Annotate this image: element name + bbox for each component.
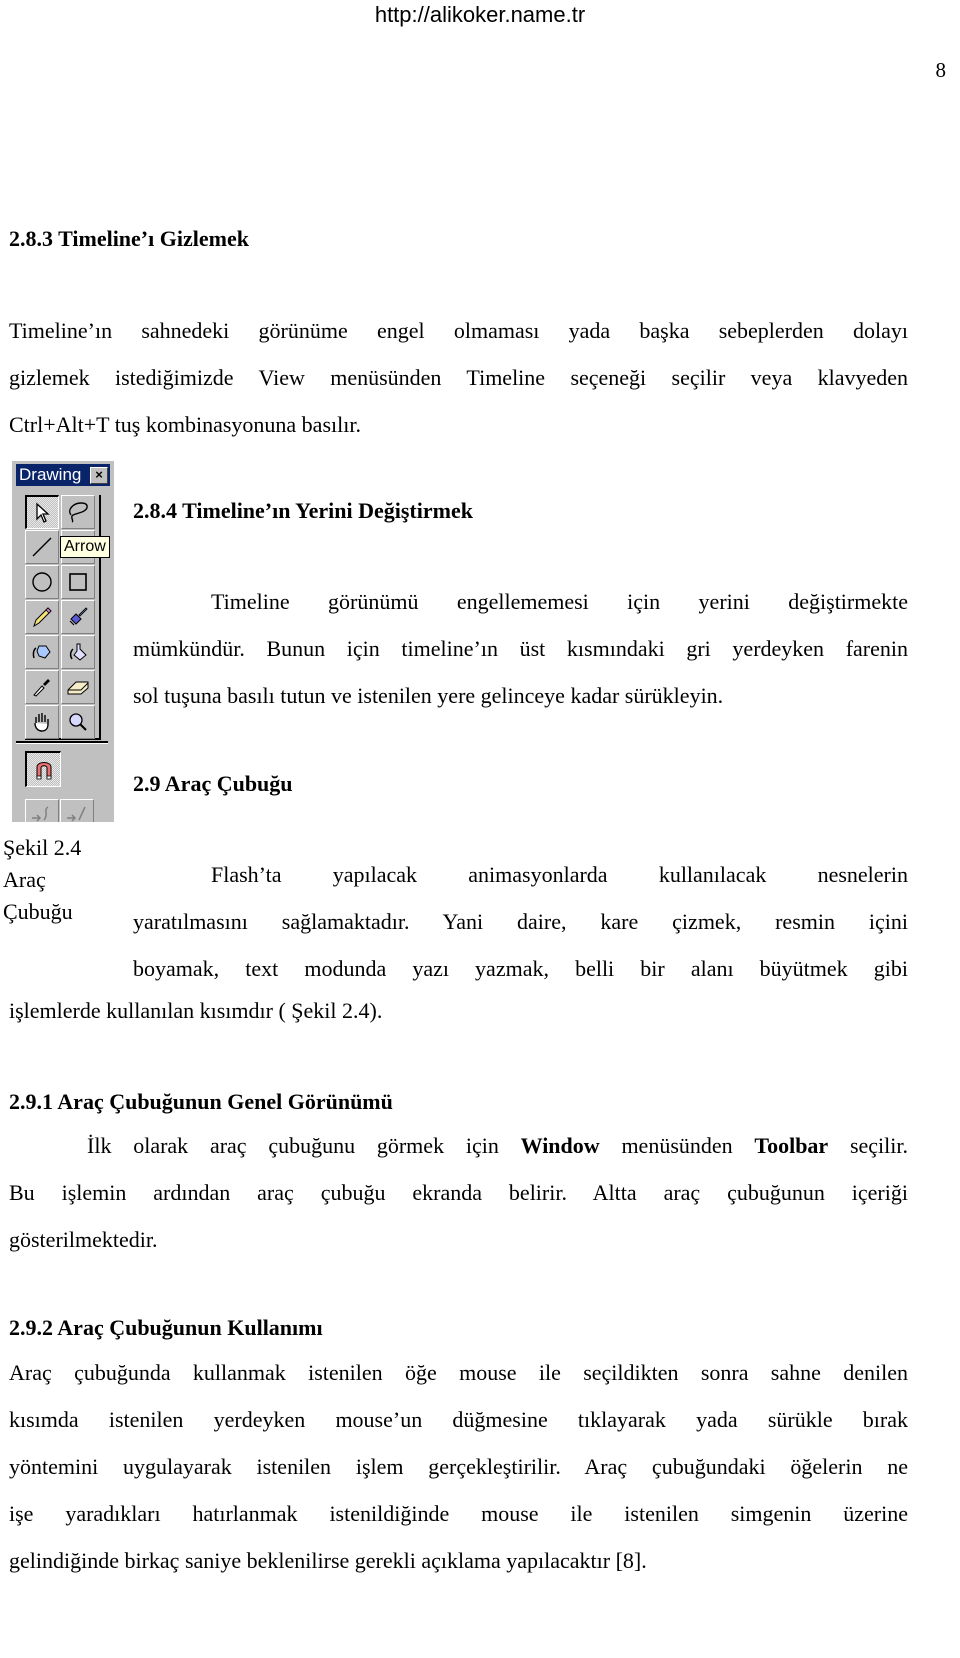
smooth-icon xyxy=(32,806,49,822)
toolbar-title: Drawing xyxy=(19,465,82,484)
close-icon: × xyxy=(95,467,103,482)
line-icon xyxy=(32,537,52,557)
brush-icon xyxy=(69,607,88,626)
tool-pencil[interactable] xyxy=(25,600,59,634)
tool-hand[interactable] xyxy=(25,705,59,739)
dropper-icon xyxy=(33,679,50,697)
section-heading-2-9: 2.9 Araç Çubuğu xyxy=(133,771,293,796)
rectangle-icon xyxy=(69,573,87,591)
tool-eraser[interactable] xyxy=(61,670,95,704)
ink-bottle-icon xyxy=(32,645,51,659)
drawing-toolbar: Drawing × Arrow xyxy=(12,461,114,822)
text-line: Araç çubuğunda kullanmak istenilen öğe m… xyxy=(9,1360,908,1385)
text-line: Timeline’ın sahnedeki görünüme engel olm… xyxy=(9,318,908,343)
oval-icon xyxy=(32,572,52,592)
section-heading-2-8-3: 2.8.3 Timeline’ı Gizlemek xyxy=(9,226,249,251)
tool-paint-bucket[interactable] xyxy=(61,635,95,669)
text-line: işe yaradıkları hatırlanmak istenildiğin… xyxy=(9,1501,908,1526)
caption-line: Şekil 2.4 xyxy=(3,835,82,860)
figure-caption: Şekil 2.4 Araç Çubuğu xyxy=(3,832,81,928)
text-line: Bu işlemin ardından araç çubuğu ekranda … xyxy=(9,1180,908,1205)
text-line: yöntemini uygulayarak istenilen işlem ge… xyxy=(9,1454,908,1479)
text-run: menüsünden xyxy=(599,1133,755,1158)
lasso-icon xyxy=(69,502,88,523)
text-line: gizlemek istediğimizde View menüsünden T… xyxy=(9,365,908,390)
text-line: Flash’ta yapılacak animasyonlarda kullan… xyxy=(211,862,908,887)
text-line: Timeline görünümü engellememesi için yer… xyxy=(211,589,908,614)
text-line: İlk olarak araç çubuğunu görmek için Win… xyxy=(9,1122,908,1169)
header-url: http://alikoker.name.tr xyxy=(374,2,586,27)
section-heading-2-9-2: 2.9.2 Araç Çubuğunun Kullanımı xyxy=(9,1315,323,1340)
text-run: seçilir. xyxy=(828,1133,909,1158)
paragraph-2-9-2: Araç çubuğunda kullanmak istenilen öğe m… xyxy=(9,1349,908,1584)
paragraph-2-9: Flash’ta yapılacak animasyonlarda kullan… xyxy=(133,851,908,992)
tool-lasso[interactable] xyxy=(61,495,95,529)
section-heading-2-9-1: 2.9.1 Araç Çubuğunun Genel Görünümü xyxy=(9,1089,393,1114)
modifier-smooth[interactable] xyxy=(25,799,59,822)
tool-grid: A xyxy=(25,495,101,740)
eraser-icon xyxy=(67,681,89,695)
straighten-icon xyxy=(67,806,86,822)
text-line: mümkündür. Bunun için timeline’ın üst kı… xyxy=(133,636,908,661)
tool-oval[interactable] xyxy=(25,565,59,599)
paragraph-2-8-4: Timeline görünümü engellememesi için yer… xyxy=(133,578,908,719)
section-heading-2-8-4: 2.8.4 Timeline’ın Yerini Değiştirmek xyxy=(133,498,473,523)
tool-rectangle[interactable] xyxy=(61,565,95,599)
text-line: Ctrl+Alt+T tuş kombinasyonuna basılır. xyxy=(9,412,361,437)
modifier-snap-magnet[interactable] xyxy=(25,751,61,787)
hand-icon xyxy=(34,713,49,732)
close-button[interactable]: × xyxy=(90,467,108,484)
text-run: İlk olarak araç çubuğunu görmek için xyxy=(87,1133,521,1158)
text-line: kısımda istenilen yerdeyken mouse’un düğ… xyxy=(9,1407,908,1432)
tool-line[interactable] xyxy=(25,530,59,564)
text-line: işlemlerde kullanılan kısımdır ( Şekil 2… xyxy=(9,998,383,1023)
tool-dropper[interactable] xyxy=(25,670,59,704)
paragraph-2-8-3: Timeline’ın sahnedeki görünüme engel olm… xyxy=(9,307,908,448)
toolbar-separator xyxy=(16,741,108,744)
tool-magnifier[interactable] xyxy=(61,705,95,739)
text-line: boyamak, text modunda yazı yazmak, belli… xyxy=(133,956,908,981)
text-line: sol tuşuna basılı tutun ve istenilen yer… xyxy=(133,683,724,708)
page-number: 8 xyxy=(935,58,947,82)
paragraph-2-9-1: İlk olarak araç çubuğunu görmek için Win… xyxy=(9,1122,908,1263)
toolbar-title-bar[interactable]: Drawing × xyxy=(16,464,110,486)
pencil-icon xyxy=(33,607,52,628)
tool-brush[interactable] xyxy=(61,600,95,634)
magnet-icon xyxy=(36,761,51,779)
tooltip-arrow: Arrow xyxy=(60,536,110,558)
modifier-straighten[interactable] xyxy=(60,799,94,822)
magnifier-icon xyxy=(69,713,87,731)
text-line: yaratılmasını sağlamaktadır. Yani daire,… xyxy=(133,909,908,934)
caption-line: Araç xyxy=(3,867,46,892)
text-line: gelindiğinde birkaç saniye beklenilirse … xyxy=(9,1548,647,1573)
text-line: gösterilmektedir. xyxy=(9,1227,158,1252)
menu-item-toolbar: Toolbar xyxy=(754,1133,829,1158)
paint-bucket-icon xyxy=(69,643,87,661)
tool-arrow[interactable] xyxy=(25,495,59,529)
tool-ink-bottle[interactable] xyxy=(25,635,59,669)
arrow-icon xyxy=(35,502,50,523)
menu-name-window: Window xyxy=(520,1133,600,1158)
caption-line: Çubuğu xyxy=(3,899,73,924)
